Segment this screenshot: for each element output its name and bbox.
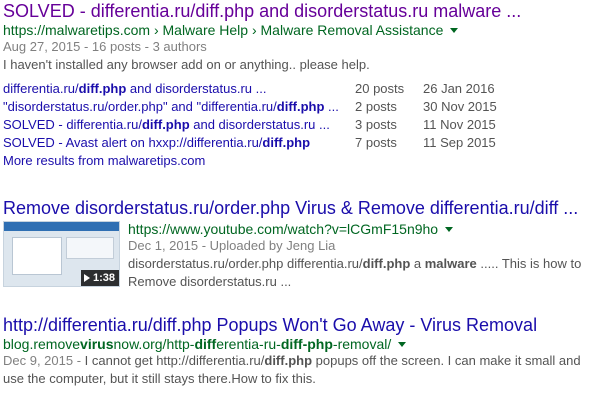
sitelink-text: and disorderstatus.ru ... [189, 117, 330, 132]
cite-part: -removal/ [332, 336, 392, 352]
sitelink-bold: diff.php [262, 135, 311, 150]
cite-bold: diff-php [280, 336, 333, 352]
result-snippet: I haven't installed any browser add on o… [3, 57, 370, 72]
result-meta: Dec 1, 2015 - Uploaded by Jeng Lia [128, 238, 336, 253]
sitelink-date: 30 Nov 2015 [423, 99, 497, 114]
sitelink-date: 11 Sep 2015 [423, 135, 496, 150]
snippet-text: disorderstatus.ru/order.php differentia.… [128, 256, 363, 271]
thumbnail-header-bar [4, 222, 119, 231]
sitelink-text: SOLVED - differentia.ru/ [3, 117, 142, 132]
snippet-bold: diff.php [362, 256, 411, 271]
search-result-video: Remove disorderstatus.ru/order.php Virus… [3, 197, 603, 291]
result-cite-text: blog.removevirusnow.org/http-differentia… [3, 336, 391, 352]
play-icon [83, 274, 90, 282]
result-meta: Aug 27, 2015 - 16 posts - 3 authors [3, 39, 207, 54]
sitelink-text: ... [324, 99, 339, 114]
video-block: 1:38 https://www.youtube.com/watch?v=lCG… [3, 221, 603, 291]
sitelink-posts: 2 posts [355, 99, 397, 114]
video-details: https://www.youtube.com/watch?v=lCGmF15n… [128, 221, 581, 291]
more-results-link[interactable]: More results from malwaretips.com [3, 152, 603, 170]
search-result: http://differentia.ru/diff.php Popups Wo… [3, 314, 603, 388]
sitelink-posts: 7 posts [355, 135, 397, 150]
sitelink-bold: diff.php [276, 99, 325, 114]
sitelink-posts: 20 posts [355, 81, 405, 96]
snippet-text: ..... This is how to [476, 256, 582, 271]
thumbnail-panel [66, 237, 114, 259]
result-title-link[interactable]: Remove disorderstatus.ru/order.php Virus… [3, 197, 603, 219]
result-snippet: disorderstatus.ru/order.php differentia.… [128, 255, 581, 291]
snippet-text: a [410, 256, 425, 271]
cite-part: now.org/http- [113, 336, 195, 352]
snippet-text: I cannot get http://differentia.ru/ [84, 353, 265, 368]
snippet-text: Remove disorderstatus.ru ... [128, 274, 292, 289]
video-duration: 1:38 [92, 272, 115, 284]
sitelink-text: differentia.ru/ [3, 81, 79, 96]
sitelink-row: differentia.ru/diff.php and disorderstat… [3, 80, 603, 98]
sitelink-title[interactable]: SOLVED - differentia.ru/diff.php and dis… [3, 116, 355, 134]
sitelink-date: 26 Jan 2016 [423, 81, 495, 96]
sitelink-posts: 3 posts [355, 117, 397, 132]
result-title-link[interactable]: SOLVED - differentia.ru/diff.php and dis… [3, 0, 603, 22]
result-url: https://www.youtube.com/watch?v=lCGmF15n… [128, 221, 581, 237]
sitelink-title[interactable]: "disorderstatus.ru/order.php" and "diffe… [3, 98, 355, 116]
thumbnail-panel [12, 237, 62, 275]
search-result: SOLVED - differentia.ru/diff.php and dis… [3, 0, 603, 170]
result-snippet: Dec 9, 2015 - I cannot get http://differ… [3, 352, 603, 388]
sitelink-row: SOLVED - Avast alert on hxxp://different… [3, 134, 603, 152]
result-cite-text: https://malwaretips.com › Malware Help ›… [3, 22, 444, 38]
snippet-bold: malware [424, 256, 477, 271]
sitelink-bold: diff.php [78, 81, 127, 96]
result-cite-text: https://www.youtube.com/watch?v=lCGmF15n… [128, 221, 439, 237]
cite-part: erentia-ru- [216, 336, 281, 352]
result-title-link[interactable]: http://differentia.ru/diff.php Popups Wo… [3, 314, 603, 336]
video-thumbnail[interactable]: 1:38 [3, 221, 120, 287]
sitelink-text: SOLVED - Avast alert on hxxp://different… [3, 135, 263, 150]
chevron-down-icon[interactable] [450, 27, 459, 33]
sitelink-bold: diff.php [141, 117, 190, 132]
result-url: https://malwaretips.com › Malware Help ›… [3, 22, 603, 38]
sitelink-title[interactable]: SOLVED - Avast alert on hxxp://different… [3, 134, 355, 152]
chevron-down-icon[interactable] [445, 226, 454, 232]
result-url: blog.removevirusnow.org/http-differentia… [3, 336, 603, 352]
cite-bold: virus [80, 336, 114, 352]
sitelink-text: "disorderstatus.ru/order.php" and "diffe… [3, 99, 277, 114]
cite-part: blog.remove [3, 336, 81, 352]
sitelink-row: SOLVED - differentia.ru/diff.php and dis… [3, 116, 603, 134]
snippet-bold: diff.php [264, 353, 313, 368]
chevron-down-icon[interactable] [398, 341, 407, 347]
result-meta: Dec 9, 2015 - [3, 353, 85, 368]
sitelink-date: 11 Nov 2015 [423, 117, 496, 132]
sitelink-row: "disorderstatus.ru/order.php" and "diffe… [3, 98, 603, 116]
sitelinks-table: differentia.ru/diff.php and disorderstat… [3, 80, 603, 152]
video-duration-badge: 1:38 [80, 270, 119, 286]
sitelink-title[interactable]: differentia.ru/diff.php and disorderstat… [3, 80, 355, 98]
sitelink-text: and disorderstatus.ru ... [126, 81, 267, 96]
cite-bold: diff [194, 336, 217, 352]
